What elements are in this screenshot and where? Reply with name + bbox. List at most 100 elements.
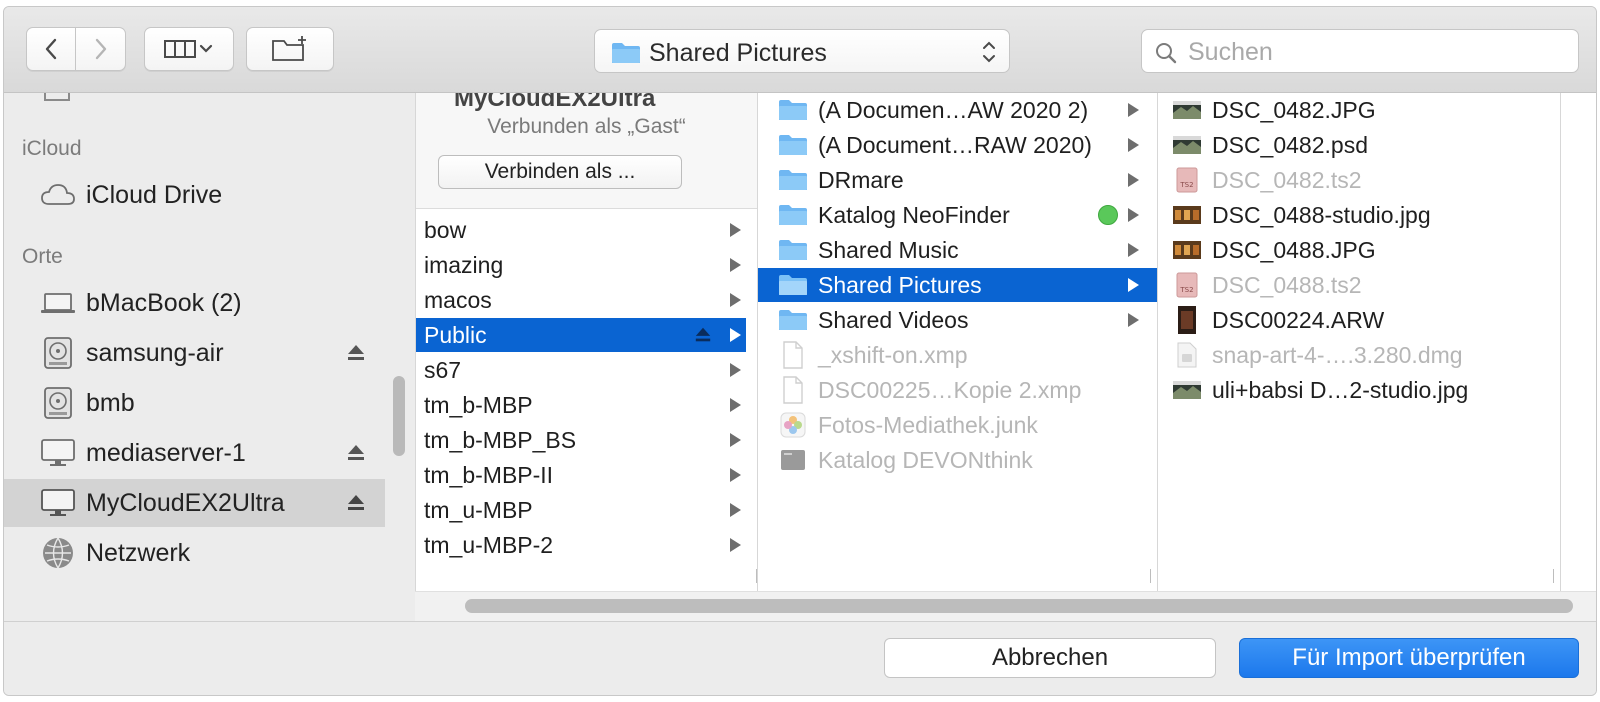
eject-icon[interactable] xyxy=(694,326,712,344)
image-thumbnail-icon xyxy=(1172,97,1202,123)
back-button[interactable] xyxy=(26,27,76,71)
item-label: DSC_0482.JPG xyxy=(1212,96,1376,123)
list-item[interactable]: DSC_0488.JPG xyxy=(1158,233,1538,267)
list-item[interactable]: Shared Videos xyxy=(758,303,1157,337)
disclosure-arrow-icon xyxy=(730,503,741,517)
eject-icon[interactable] xyxy=(346,443,366,463)
sidebar-item-mediaserver[interactable]: mediaserver-1 xyxy=(4,429,385,477)
list-item[interactable]: DSC_0482.psd xyxy=(1158,128,1538,162)
folder-icon xyxy=(778,272,808,298)
list-item[interactable]: DSC00225…Kopie 2.xmp xyxy=(758,373,1157,407)
item-label: uli+babsi D…2-studio.jpg xyxy=(1212,376,1469,403)
list-item[interactable]: DSC00224.ARW xyxy=(1158,303,1538,337)
list-item[interactable]: imazing xyxy=(416,248,746,282)
sidebar: iCloud iCloud Drive Orte bMacBook (2) sa… xyxy=(4,93,415,621)
green-tag-icon xyxy=(1098,205,1118,225)
list-item[interactable]: bow xyxy=(416,213,746,247)
disclosure-arrow-icon xyxy=(730,258,741,272)
sidebar-item-label: Netzwerk xyxy=(86,538,191,567)
item-label: DSC_0488.JPG xyxy=(1212,236,1376,263)
column-shared-pictures: DSC_0482.JPG DSC_0482.psd TS2 DSC_0482.t… xyxy=(1157,93,1560,591)
list-item[interactable]: DSC_0488-studio.jpg xyxy=(1158,198,1538,232)
connect-as-button[interactable]: Verbinden als ... xyxy=(438,155,682,189)
list-item[interactable]: TS2 DSC_0488.ts2 xyxy=(1158,268,1538,302)
eject-icon[interactable] xyxy=(346,493,366,513)
list-item[interactable]: tm_b-MBP xyxy=(416,388,746,422)
list-item-selected[interactable]: Shared Pictures xyxy=(758,268,1157,302)
list-item[interactable]: TS2 DSC_0482.ts2 xyxy=(1158,163,1538,197)
review-import-button[interactable]: Für Import überprüfen xyxy=(1239,638,1579,678)
list-item-selected[interactable]: Public xyxy=(416,318,746,352)
item-label: imazing xyxy=(424,251,504,278)
column-resize-handle[interactable] xyxy=(1150,569,1157,583)
chevron-left-icon xyxy=(45,38,57,60)
horizontal-scroll-thumb[interactable] xyxy=(465,599,1573,613)
item-label: Katalog DEVONthink xyxy=(818,446,1033,473)
sidebar-item-bmb[interactable]: bmb xyxy=(4,379,385,427)
server-name: MyCloudEX2Ultra xyxy=(454,93,656,112)
list-item[interactable]: Katalog DEVONthink xyxy=(758,443,1157,477)
disclosure-arrow-icon xyxy=(1128,208,1139,222)
sidebar-item-netzwerk[interactable]: Netzwerk xyxy=(4,529,385,577)
disk-icon xyxy=(40,335,76,371)
list-item[interactable]: tm_u-MBP xyxy=(416,493,746,527)
disk-image-icon xyxy=(1172,342,1202,368)
list-item[interactable]: uli+babsi D…2-studio.jpg xyxy=(1158,373,1538,407)
item-label: Public xyxy=(424,321,487,348)
list-item[interactable]: (A Document…RAW 2020) xyxy=(758,128,1157,162)
toolbar: Shared Pictures xyxy=(4,7,1596,93)
cancel-button[interactable]: Abbrechen xyxy=(884,638,1216,678)
sidebar-item-samsung-air[interactable]: samsung-air xyxy=(4,329,385,377)
item-label: tm_u-MBP-2 xyxy=(424,531,554,558)
list-item[interactable]: _xshift-on.xmp xyxy=(758,338,1157,372)
item-label: Shared Pictures xyxy=(818,271,982,298)
folder-icon xyxy=(778,132,808,158)
list-item[interactable]: tm_b-MBP_BS xyxy=(416,423,746,457)
list-item[interactable]: s67 xyxy=(416,353,746,387)
image-thumbnail-icon xyxy=(1172,132,1202,158)
item-label: tm_b-MBP_BS xyxy=(424,426,577,453)
image-thumbnail-icon xyxy=(1172,377,1202,403)
horizontal-scrollbar[interactable] xyxy=(415,591,1596,621)
list-item[interactable]: snap-art-4-….3.280.dmg xyxy=(1158,338,1538,372)
disclosure-arrow-icon xyxy=(1128,138,1139,152)
network-icon xyxy=(40,535,76,571)
location-popup[interactable]: Shared Pictures xyxy=(594,29,1010,73)
disclosure-arrow-icon xyxy=(1128,103,1139,117)
sidebar-item-mycloud[interactable]: MyCloudEX2Ultra xyxy=(4,479,385,527)
sidebar-item-icloud-drive[interactable]: iCloud Drive xyxy=(4,171,385,219)
search-input[interactable] xyxy=(1188,36,1568,68)
search-field[interactable] xyxy=(1141,29,1579,73)
up-down-arrows-icon xyxy=(983,41,995,63)
list-item[interactable]: DSC_0482.JPG xyxy=(1158,93,1538,127)
list-item[interactable]: macos xyxy=(416,283,746,317)
new-folder-icon xyxy=(272,36,306,61)
item-label: DSC_0488.ts2 xyxy=(1212,271,1362,298)
ts2-file-icon: TS2 xyxy=(1172,167,1202,193)
new-folder-button[interactable] xyxy=(246,27,334,71)
ts2-file-icon: TS2 xyxy=(1172,272,1202,298)
item-label: Shared Music xyxy=(818,236,959,263)
item-label: DSC_0482.ts2 xyxy=(1212,166,1362,193)
list-item[interactable]: Fotos-Mediathek.junk xyxy=(758,408,1157,442)
list-item[interactable]: Shared Music xyxy=(758,233,1157,267)
column-resize-handle[interactable] xyxy=(1553,569,1560,583)
forward-button[interactable] xyxy=(76,27,126,71)
item-label: s67 xyxy=(424,356,462,383)
view-mode-button[interactable] xyxy=(144,27,234,71)
item-label: DRmare xyxy=(818,166,904,193)
disclosure-arrow-icon xyxy=(1128,313,1139,327)
list-item[interactable]: Katalog NeoFinder xyxy=(758,198,1157,232)
image-thumbnail-icon xyxy=(1172,237,1202,263)
eject-icon[interactable] xyxy=(346,343,366,363)
list-item[interactable]: (A Documen…AW 2020 2) xyxy=(758,93,1157,127)
dialog-footer: Abbrechen Für Import überprüfen xyxy=(4,621,1596,695)
sidebar-item-label: MyCloudEX2Ultra xyxy=(86,488,285,517)
open-dialog: Shared Pictures iCloud iCloud Drive Orte xyxy=(3,6,1597,696)
sidebar-scrollbar[interactable] xyxy=(393,376,405,456)
list-item[interactable]: tm_b-MBP-II xyxy=(416,458,746,492)
sidebar-item-bmacbook[interactable]: bMacBook (2) xyxy=(4,279,385,327)
item-label: DSC00224.ARW xyxy=(1212,306,1385,333)
list-item[interactable]: DRmare xyxy=(758,163,1157,197)
list-item[interactable]: tm_u-MBP-2 xyxy=(416,528,746,562)
